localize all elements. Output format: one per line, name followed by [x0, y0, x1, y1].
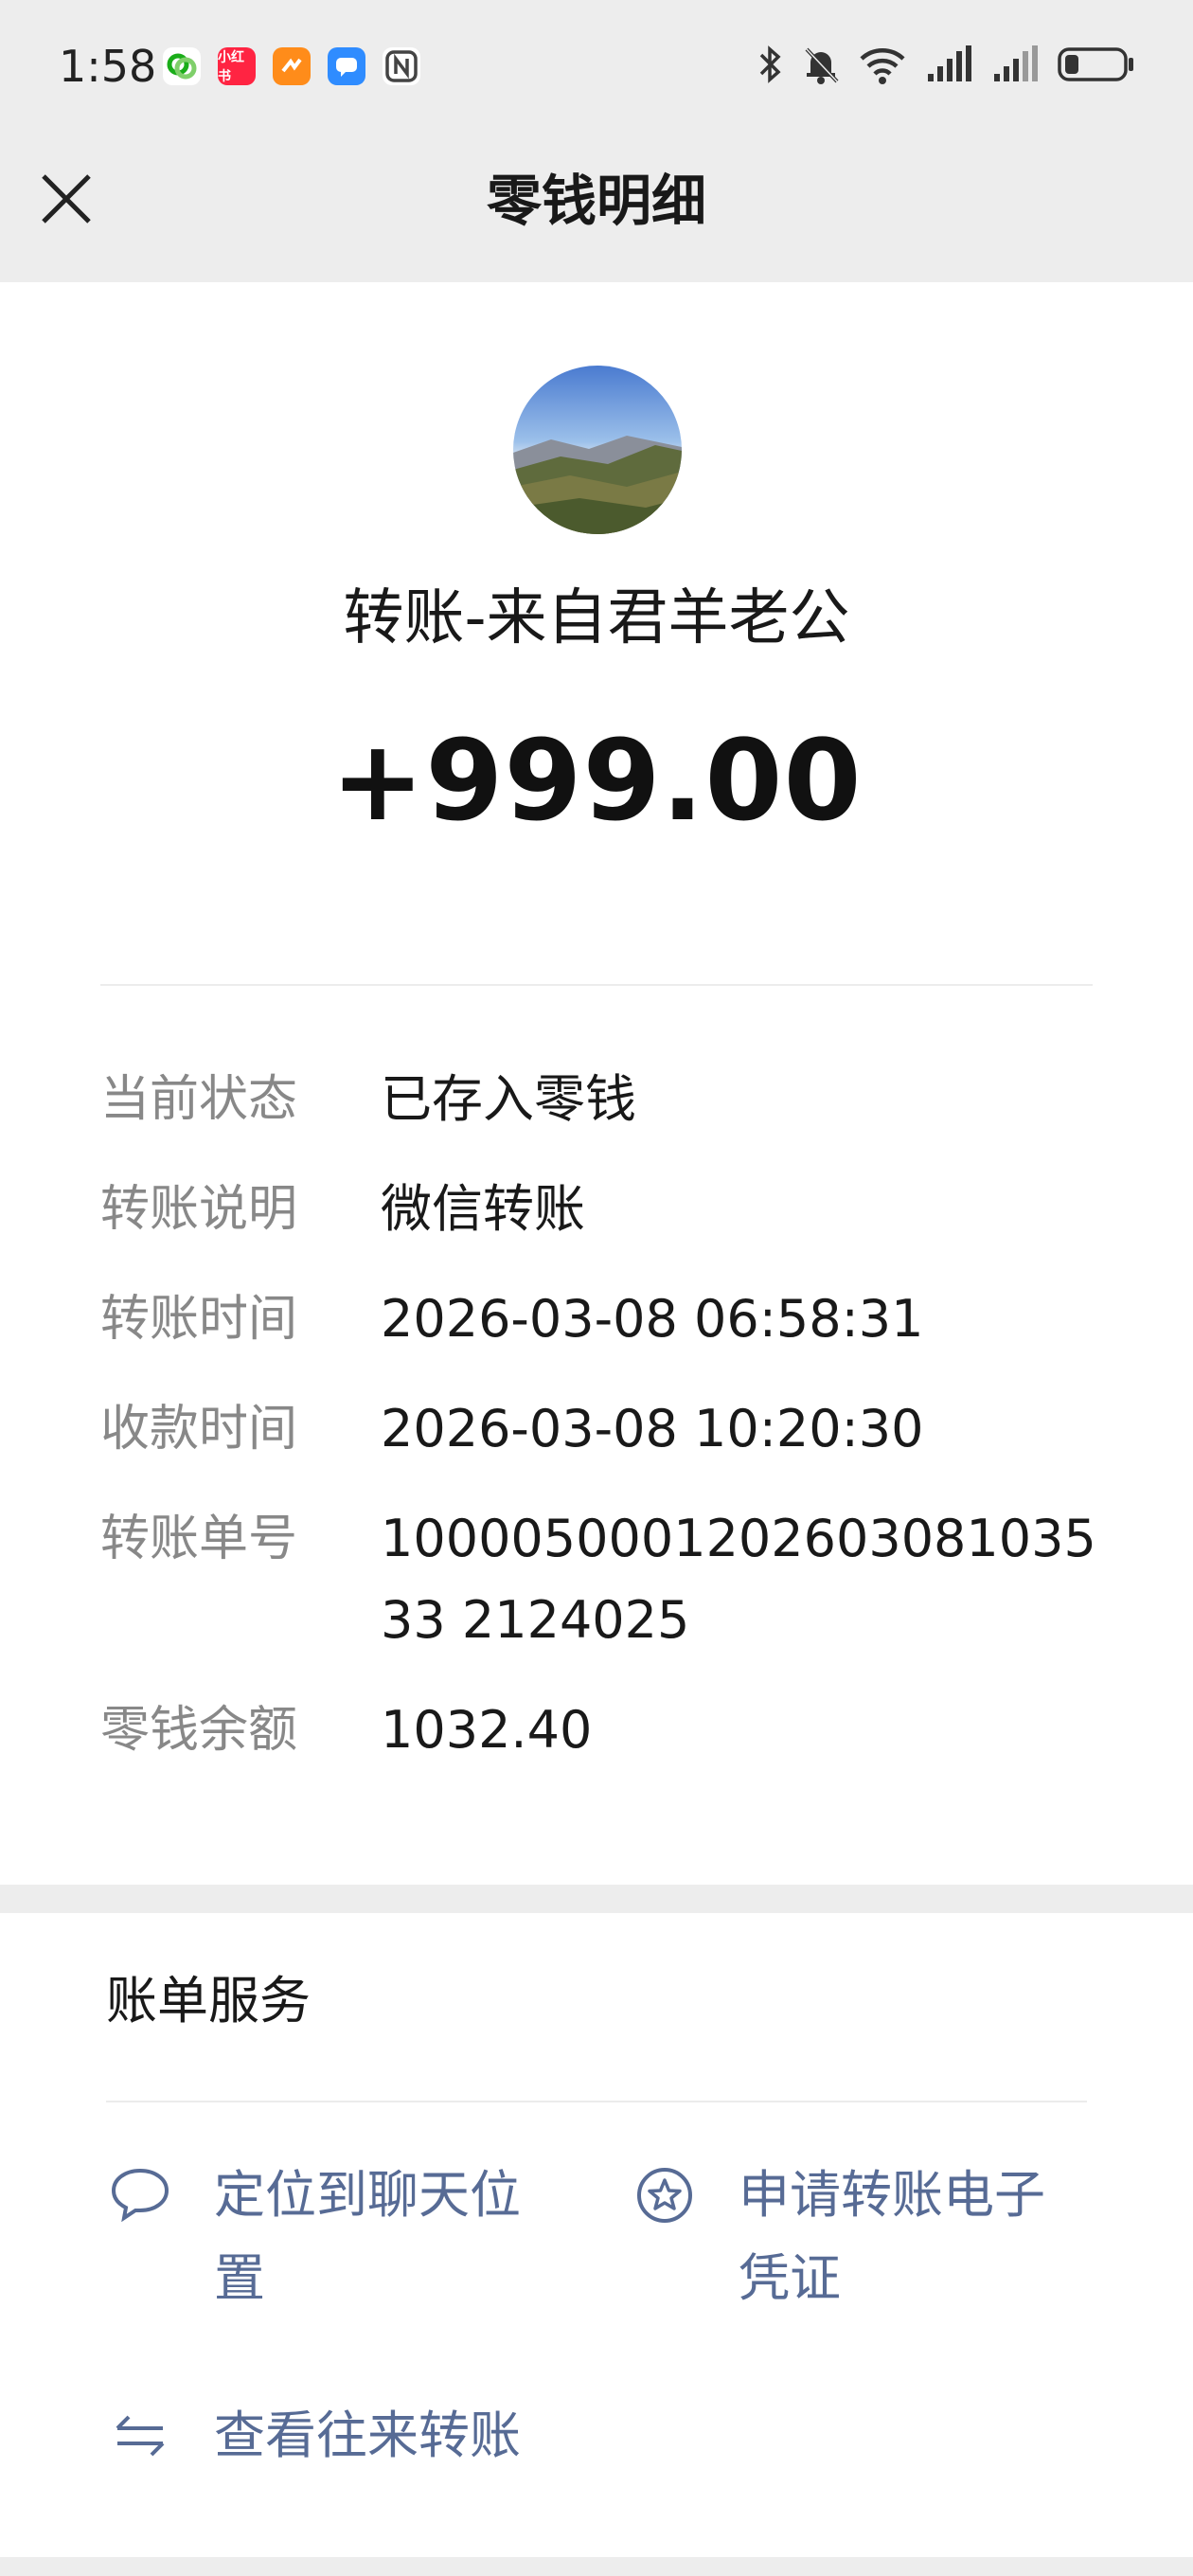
transfer-amount: +999.00 — [330, 715, 863, 846]
detail-value: 2026-03-08 10:20:30 — [381, 1399, 924, 1458]
star-badge-icon — [634, 2165, 695, 2226]
service-label: 申请转账电子凭证 — [739, 2165, 1045, 2308]
orange-app-icon — [273, 47, 311, 85]
detail-label: 收款时间 — [100, 1401, 298, 1458]
mute-bell-icon — [801, 44, 841, 85]
services-heading: 账单服务 — [106, 1971, 311, 2030]
wechat-app-icon — [163, 47, 201, 85]
service-label: 查看往来转账 — [214, 2406, 521, 2465]
wifi-icon — [858, 44, 907, 85]
status-system-icons — [756, 44, 1136, 85]
detail-value: 1032.40 — [381, 1700, 593, 1760]
status-time: 1:58 — [59, 41, 157, 92]
status-bar: 1:58 小红书 — [0, 0, 1193, 133]
detail-label: 当前状态 — [100, 1071, 298, 1128]
cellular-signal-icon-2 — [990, 44, 1040, 85]
detail-value[interactable]: 100005000120260308103533 2124025 — [381, 1498, 1100, 1661]
transfer-title: 转账-来自君羊老公 — [343, 583, 850, 653]
bill-services: 账单服务 定位到聊天位置 申请转账电子凭证 查看往来转账 — [0, 1913, 1193, 2557]
service-label: 定位到聊天位置 — [214, 2165, 521, 2308]
chat-bubble-icon — [110, 2165, 170, 2226]
detail-value: 已存入零钱 — [381, 1069, 636, 1129]
nfc-icon — [383, 47, 420, 85]
transfer-arrows-icon — [110, 2406, 170, 2466]
status-app-icons: 小红书 — [163, 47, 420, 85]
transaction-card: 转账-来自君羊老公 +999.00 当前状态 已存入零钱 转账说明 微信转账 转… — [0, 282, 1193, 1885]
detail-label: 转账说明 — [100, 1181, 298, 1238]
detail-value: 2026-03-08 06:58:31 — [381, 1289, 924, 1349]
xiaohongshu-app-icon: 小红书 — [218, 47, 256, 85]
divider — [100, 984, 1093, 986]
cellular-signal-icon-1 — [924, 44, 973, 85]
nav-bar: 零钱明细 — [0, 133, 1193, 282]
detail-label: 转账时间 — [100, 1291, 298, 1348]
battery-icon — [1057, 44, 1136, 85]
detail-label: 零钱余额 — [100, 1702, 298, 1759]
bluetooth-icon — [756, 44, 784, 85]
message-app-icon — [328, 47, 365, 85]
avatar — [513, 366, 682, 534]
detail-label: 转账单号 — [100, 1511, 298, 1567]
detail-value: 微信转账 — [381, 1179, 585, 1239]
divider — [106, 2101, 1087, 2102]
page-title: 零钱明细 — [486, 169, 706, 233]
